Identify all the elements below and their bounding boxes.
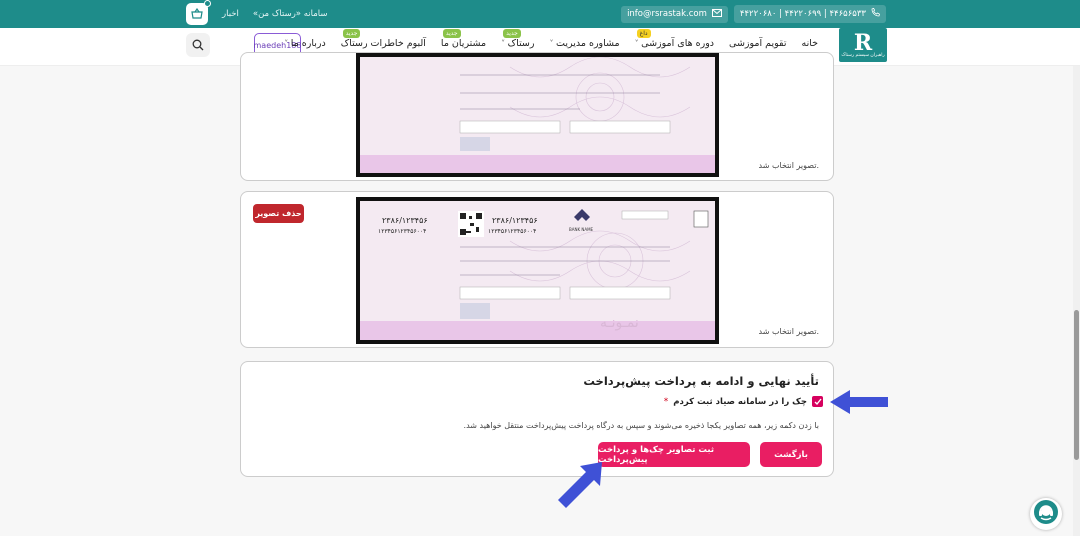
phone-contact[interactable]: ۴۴۲۲۰۶۸۰ | ۴۴۲۲۰۶۹۹ | ۴۴۶۵۶۵۳۳ (733, 5, 886, 23)
confirm-title: تأیید نهایی و ادامه به پرداخت پیش‌پرداخت (583, 374, 819, 388)
headset-icon (1033, 499, 1059, 529)
cheque-upload-card-2: حذف تصویر ۲۳۸۶/۱۲۳۴۵۶ ۱۲۳۴۵۶۱۲۳۴۵۶۰۰۴ ۲۳… (240, 191, 834, 348)
search-button[interactable] (186, 33, 210, 57)
menu-item-5[interactable]: مشتریان ما جدید (440, 29, 487, 49)
menu-item-7[interactable]: درباره ما ˅ (284, 38, 325, 49)
menu-item-label: درباره ما (290, 38, 326, 49)
phone-icon (871, 7, 880, 20)
cheque-image-2: ۲۳۸۶/۱۲۳۴۵۶ ۱۲۳۴۵۶۱۲۳۴۵۶۰۰۴ ۲۳۸۶/۱۲۳۴۵۶ … (356, 197, 719, 344)
cheque-caption-2: تصویر انتخاب شد. (758, 327, 819, 336)
menu-badge: جدید (342, 29, 361, 38)
menu-item-label: دوره های آموزشی (641, 38, 715, 49)
cheque-image-1 (356, 53, 719, 177)
sayad-confirm-row: چک را در سامانه صیاد ثبت کردم * (664, 396, 823, 407)
email-contact[interactable]: info@rsrastak.com (621, 5, 728, 23)
top-bar: اخبار سامانه «رستاک من» info@rsrastak.co… (0, 0, 1080, 28)
menu-item-2[interactable]: دوره های آموزشی ˅ داغ (635, 29, 715, 49)
search-icon (192, 36, 204, 55)
cheque-upload-card-1: تصویر انتخاب شد. (240, 52, 834, 181)
cheque-serial-mid: ۲۳۸۶/۱۲۳۴۵۶ (492, 216, 538, 225)
menu-badge: جدید (503, 29, 521, 38)
basket-count-dot (204, 0, 211, 7)
phone-numbers: ۴۴۲۲۰۶۸۰ | ۴۴۲۲۰۶۹۹ | ۴۴۶۵۶۵۳۳ (739, 9, 866, 19)
required-mark: * (663, 396, 669, 407)
menu-item-label: رستاک (507, 38, 535, 49)
menu-item-label: تقویم آموزشی (729, 38, 787, 49)
menu-item-6[interactable]: آلبوم خاطرات رستاک جدید (340, 29, 426, 49)
submit-pay-button[interactable]: ثبت تصاویر چک‌ها و پرداخت پیش‌پرداخت (598, 442, 750, 467)
sayad-confirm-checkbox[interactable] (812, 396, 823, 407)
menu-item-3[interactable]: مشاوره مدیریت ˅ (549, 38, 619, 49)
confirm-card: تأیید نهایی و ادامه به پرداخت پیش‌پرداخت… (240, 361, 834, 477)
menu-item-1[interactable]: تقویم آموزشی (729, 38, 786, 49)
menu-item-label: مشاوره مدیریت (556, 38, 620, 49)
back-button[interactable]: بازگشت (760, 442, 822, 467)
cheque-caption-1: تصویر انتخاب شد. (758, 161, 819, 170)
scrollbar-thumb[interactable] (1074, 310, 1079, 460)
arrow-to-submit (558, 462, 602, 508)
basket-button[interactable] (186, 0, 211, 25)
cheque-code-mid: ۱۲۳۴۵۶۱۲۳۴۵۶۰۰۴ (488, 228, 536, 235)
arrow-to-checkbox (830, 390, 888, 414)
basket-icon (191, 5, 203, 24)
menu-badge: داغ (636, 29, 651, 38)
logo-mark: R (853, 29, 873, 56)
mail-icon (711, 8, 722, 20)
email-text: info@rsrastak.com (627, 9, 707, 19)
main-menu: خانه تقویم آموزشی دوره های آموزشی ˅ داغ مشاو… (284, 29, 818, 49)
cheque-code-left: ۱۲۳۴۵۶۱۲۳۴۵۶۰۰۴ (378, 228, 426, 235)
support-chat-button[interactable] (1030, 498, 1062, 530)
sayad-confirm-label[interactable]: چک را در سامانه صیاد ثبت کردم (673, 397, 807, 407)
cheque-serial-left: ۲۳۸۶/۱۲۳۴۵۶ (382, 216, 428, 225)
cheque-watermark: نمـونـه (600, 315, 639, 331)
confirm-note: با زدن دکمه زیر، همه تصاویر یکجا ذخیره م… (463, 421, 819, 430)
system-link[interactable]: سامانه «رستاک من» (253, 9, 328, 19)
news-link[interactable]: اخبار (222, 9, 239, 19)
menu-item-label: مشتریان ما (440, 38, 487, 49)
cheque-bank-name: BANK NAME (569, 227, 594, 232)
menu-item-label: آلبوم خاطرات رستاک (340, 38, 426, 49)
logo-tagline: راهبران سیستم رستاک (841, 52, 885, 58)
menu-badge: جدید (442, 29, 461, 38)
site-logo[interactable]: R راهبران سیستم رستاک (839, 28, 887, 62)
menu-item-0[interactable]: خانه (801, 38, 818, 49)
menu-item-label: خانه (801, 38, 818, 49)
delete-image-button[interactable]: حذف تصویر (253, 204, 304, 223)
menu-item-4[interactable]: رستاک ˅ جدید (501, 29, 535, 49)
